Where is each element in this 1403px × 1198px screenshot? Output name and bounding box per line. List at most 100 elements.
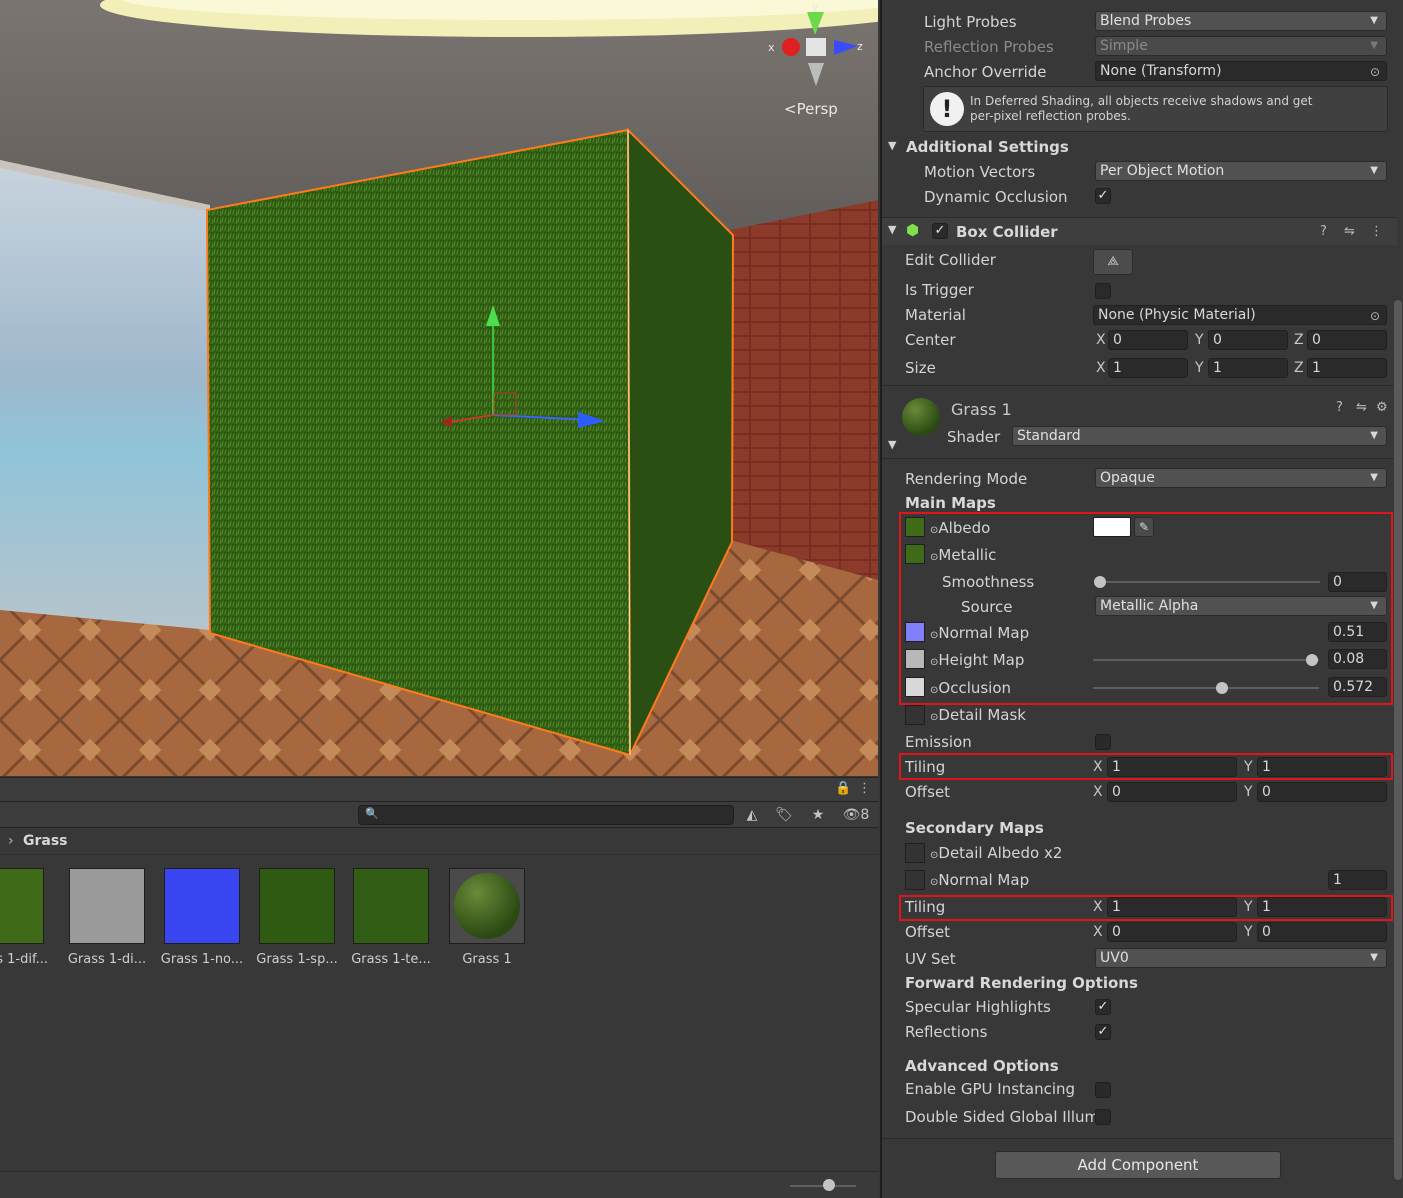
project-status-bar (0, 1171, 878, 1198)
asset-thumbnail (449, 868, 525, 944)
add-component-button[interactable]: Add Component (995, 1151, 1281, 1179)
thumbnail-size-slider-knob[interactable] (823, 1179, 835, 1191)
object-picker-icon[interactable]: ⊙ (1370, 63, 1380, 81)
size-label: Size (905, 359, 936, 377)
asset-item[interactable]: Grass 1-te... (349, 868, 433, 967)
dynamic-occlusion-checkbox[interactable]: ✓ (1095, 188, 1111, 204)
reflections-checkbox[interactable]: ✓ (1095, 1024, 1111, 1040)
asset-item[interactable]: Grass 1-di... (65, 868, 149, 967)
uv-set-label: UV Set (905, 950, 956, 968)
material-name: Grass 1 (951, 400, 1012, 419)
dropdown-caret-icon: ▼ (1370, 165, 1378, 176)
detail-normal-texture-slot[interactable] (905, 870, 925, 890)
divider (882, 385, 1397, 386)
presets-icon[interactable]: ⇋ (1344, 224, 1355, 239)
offset-y-field[interactable]: 0 (1257, 782, 1387, 802)
secondary-offset-y-field[interactable]: 0 (1257, 922, 1387, 942)
foldout-arrow-icon[interactable]: ▼ (888, 438, 896, 451)
is-trigger-checkbox[interactable] (1095, 283, 1111, 299)
center-label: Center (905, 331, 956, 349)
dropdown-caret-icon: ▼ (1370, 430, 1378, 441)
motion-vectors-label: Motion Vectors (924, 163, 1036, 181)
foldout-arrow-icon[interactable]: ▼ (888, 223, 896, 236)
deferred-shading-helpbox: ! In Deferred Shading, all objects recei… (923, 86, 1388, 132)
box-collider-header[interactable]: ▼ ⬢ ✓ Box Collider ? ⇋ ⋮ (882, 217, 1397, 245)
emission-checkbox[interactable] (1095, 734, 1111, 750)
hidden-packages-toggle[interactable]: 👁8 (838, 805, 874, 825)
secondary-offset-x-field[interactable]: 0 (1107, 922, 1237, 942)
lock-icon[interactable]: 🔒 (835, 781, 851, 796)
anchor-override-label: Anchor Override (924, 63, 1047, 81)
filter-by-label-icon[interactable]: 🏷 (772, 805, 796, 825)
svg-text:y: y (812, 0, 819, 13)
box-collider-enabled-checkbox[interactable]: ✓ (932, 223, 948, 239)
scene-view[interactable]: x y z <Persp (0, 0, 878, 776)
size-y-field[interactable]: 1 (1208, 358, 1288, 378)
asset-name: Grass 1 (462, 952, 512, 967)
size-x-field[interactable]: 1 (1108, 358, 1188, 378)
dynamic-occlusion-label: Dynamic Occlusion (924, 188, 1068, 206)
shader-label: Shader (947, 428, 1001, 446)
uv-set-dropdown[interactable]: UV0 ▼ (1095, 948, 1387, 968)
kebab-menu-icon[interactable]: ⋮ (858, 781, 871, 796)
projection-toggle[interactable]: <Persp (784, 100, 838, 118)
motion-vectors-dropdown[interactable]: Per Object Motion ▼ (1095, 161, 1387, 181)
detail-normal-scale-field[interactable]: 1 (1328, 870, 1387, 890)
asset-name: Grass 1-no... (160, 952, 244, 967)
light-probes-label: Light Probes (924, 13, 1017, 31)
axis-y-label: Y (1244, 924, 1253, 940)
is-trigger-label: Is Trigger (905, 281, 974, 299)
filter-by-type-icon[interactable]: ◭ (740, 805, 764, 825)
foldout-arrow-icon[interactable]: ▼ (888, 139, 896, 152)
box-collider-icon: ⬢ (906, 221, 920, 239)
size-z-field[interactable]: 1 (1307, 358, 1387, 378)
center-x-field[interactable]: 0 (1108, 330, 1188, 350)
anchor-override-field[interactable]: None (Transform) ⊙ (1095, 61, 1387, 81)
gear-icon[interactable]: ⚙ (1376, 400, 1388, 415)
edit-bounds-icon: ⟁ (1107, 254, 1119, 269)
dropdown-caret-icon: ▼ (1370, 40, 1378, 51)
offset-label: Offset (905, 783, 951, 801)
detail-normal-label: ⊙Normal Map (930, 871, 1030, 889)
specular-highlights-label: Specular Highlights (905, 998, 1051, 1016)
additional-settings-header[interactable]: Additional Settings (906, 138, 1069, 156)
project-panel: 🔒 ⋮ 🔍 ◭ 🏷 ★ 👁8 › Grass ss 1-dif... Grass… (0, 777, 878, 1198)
favorite-star-icon[interactable]: ★ (806, 805, 830, 825)
axis-x-label: X (1096, 332, 1106, 348)
asset-item[interactable]: Grass 1 (445, 868, 529, 967)
reflection-probes-dropdown: Simple ▼ (1095, 36, 1387, 56)
asset-item[interactable]: Grass 1-sp... (255, 868, 339, 967)
edit-collider-button[interactable]: ⟁ (1093, 249, 1133, 275)
help-icon[interactable]: ? (1320, 224, 1327, 239)
detail-albedo-texture-slot[interactable] (905, 843, 925, 863)
gpu-instancing-checkbox[interactable] (1095, 1082, 1111, 1098)
light-probes-dropdown[interactable]: Blend Probes ▼ (1095, 11, 1387, 31)
scene-canvas[interactable]: x y z (0, 0, 878, 776)
inspector-scrollbar[interactable] (1394, 300, 1402, 1180)
rendering-mode-dropdown[interactable]: Opaque ▼ (1095, 468, 1387, 488)
detail-mask-label: ⊙Detail Mask (930, 706, 1026, 724)
help-icon[interactable]: ? (1336, 400, 1343, 415)
material-sphere-icon (454, 873, 520, 939)
detail-mask-texture-slot[interactable] (905, 705, 925, 725)
detail-albedo-label: ⊙Detail Albedo x2 (930, 844, 1063, 862)
collider-material-field[interactable]: None (Physic Material) ⊙ (1093, 305, 1387, 325)
presets-icon[interactable]: ⇋ (1356, 400, 1367, 415)
double-sided-gi-checkbox[interactable] (1095, 1109, 1111, 1125)
object-picker-icon[interactable]: ⊙ (1370, 307, 1380, 325)
emission-label: Emission (905, 733, 972, 751)
asset-item[interactable]: Grass 1-no... (160, 868, 244, 967)
specular-highlights-checkbox[interactable]: ✓ (1095, 999, 1111, 1015)
search-icon: 🔍 (365, 807, 379, 820)
offset-x-field[interactable]: 0 (1107, 782, 1237, 802)
asset-item[interactable]: ss 1-dif... (0, 868, 48, 967)
shader-dropdown[interactable]: Standard ▼ (1012, 426, 1387, 446)
main-maps-header: Main Maps (905, 494, 996, 512)
center-z-field[interactable]: 0 (1307, 330, 1387, 350)
breadcrumb-item[interactable]: Grass (23, 833, 68, 849)
secondary-maps-header: Secondary Maps (905, 819, 1044, 837)
search-input[interactable]: 🔍 (358, 805, 734, 825)
kebab-menu-icon[interactable]: ⋮ (1370, 224, 1383, 239)
center-y-field[interactable]: 0 (1208, 330, 1288, 350)
breadcrumb: › Grass (0, 828, 878, 855)
